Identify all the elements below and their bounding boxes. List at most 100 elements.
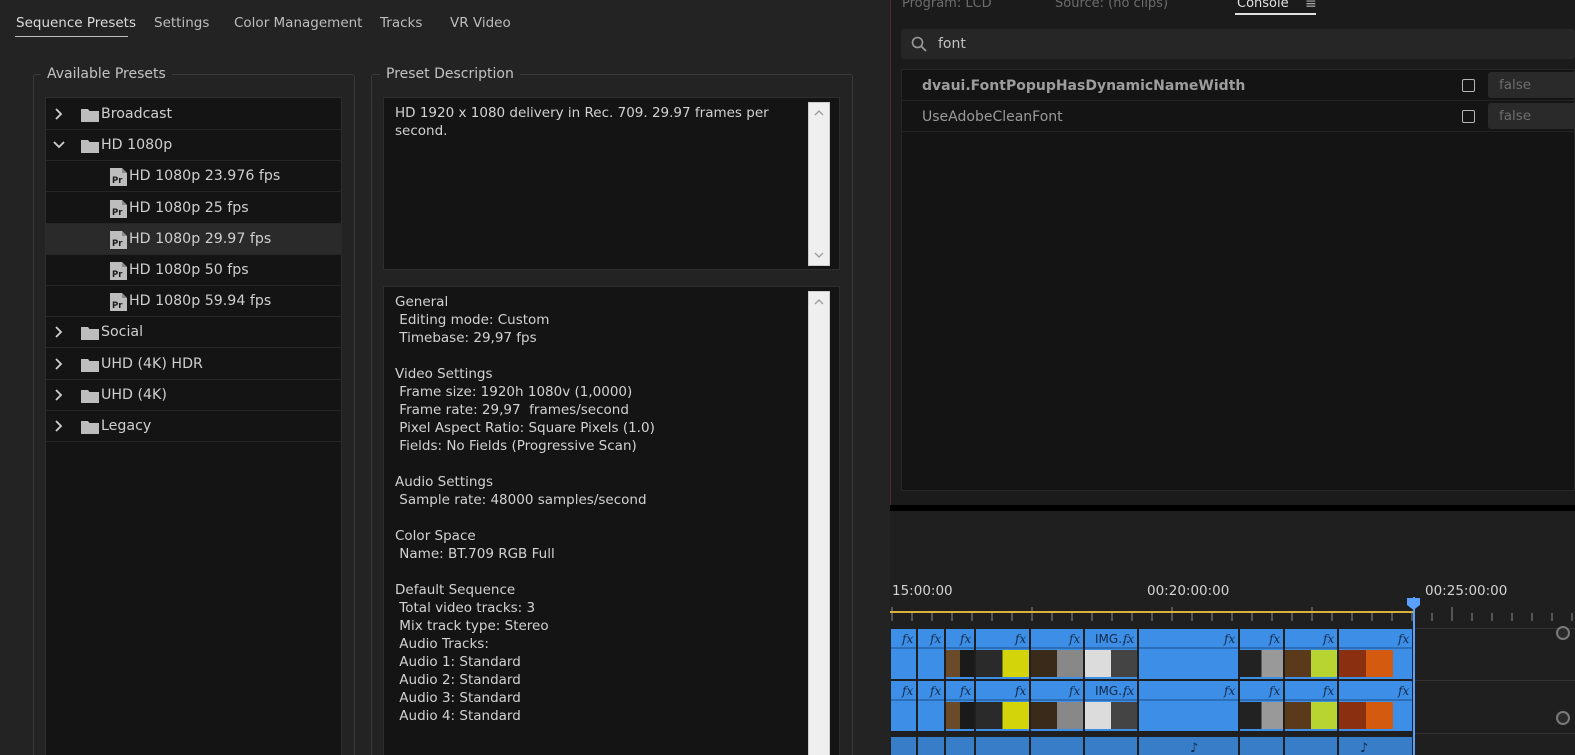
fx-badge-icon: fx: [901, 632, 913, 646]
tree-folder-row[interactable]: Social: [46, 317, 342, 349]
audio-clip[interactable]: [1240, 737, 1283, 755]
tab-tracks[interactable]: Tracks: [380, 15, 422, 31]
tree-preset-row[interactable]: Pr HD 1080p 29.97 fps: [46, 223, 342, 255]
chevron-right-icon[interactable]: [52, 107, 66, 121]
premiere-preset-icon: Pr: [110, 230, 127, 249]
clip-thumbnail: [1240, 650, 1262, 677]
scroll-down-icon[interactable]: [814, 250, 824, 260]
clip-thumbnail: [1261, 650, 1283, 677]
chevron-right-icon[interactable]: [52, 419, 66, 433]
chevron-right-icon[interactable]: [52, 388, 66, 402]
chevron-right-icon[interactable]: [52, 325, 66, 339]
time-ruler[interactable]: [890, 607, 1575, 621]
clip-thumbnail: [1002, 650, 1029, 677]
preset-description-box[interactable]: HD 1920 x 1080 delivery in Rec. 709. 29.…: [383, 97, 840, 270]
details-scrollbar[interactable]: [808, 291, 830, 755]
clips-canvas[interactable]: fx fx fx fx fx IMG...fx fx fx fx fxfx fx fx fx fx IMG.…: [890, 628, 1575, 755]
folder-icon: [81, 421, 99, 434]
preset-description-text: HD 1920 x 1080 delivery in Rec. 709. 29.…: [395, 105, 773, 139]
timecode-label: 00:20:00:00: [1147, 583, 1230, 599]
audio-clip[interactable]: [1285, 737, 1337, 755]
dialog-tabs: Sequence Presets Settings Color Manageme…: [0, 0, 890, 40]
audio-clip[interactable]: [1139, 737, 1238, 755]
work-area-bar[interactable]: [890, 611, 1414, 613]
tree-folder-row[interactable]: UHD (4K): [46, 380, 342, 411]
search-input[interactable]: [938, 34, 1438, 54]
playhead[interactable]: [1413, 597, 1415, 755]
fx-badge-icon: fx: [1397, 684, 1409, 698]
fx-badge-icon: fx: [959, 632, 971, 646]
audio-note-icon: ♪: [1190, 741, 1198, 755]
track-divider: [1413, 680, 1575, 681]
timeline-tracks[interactable]: fx fx fx fx fx IMG... fx fx fx fx fx fx fx fx fx fx IMG.…: [890, 628, 1575, 755]
chevron-right-icon[interactable]: [52, 357, 66, 371]
tab-source-monitor[interactable]: Source: (no clips): [1055, 0, 1168, 11]
active-tab-indicator: [1235, 13, 1316, 15]
fx-badge-icon: fx: [1322, 632, 1334, 646]
svg-text:Pr: Pr: [112, 239, 123, 249]
tab-color-management[interactable]: Color Management: [234, 15, 362, 31]
playhead-handle[interactable]: [1406, 597, 1421, 611]
preset-tree[interactable]: Broadcast HD 1080p Pr HD 1080p 23.976 fps Pr…: [45, 97, 342, 755]
tab-program-monitor[interactable]: Program: LCD: [902, 0, 992, 11]
console-flag-list: dvaui.FontPopupHasDynamicNameWidth false…: [901, 69, 1575, 491]
audio-clip[interactable]: [1085, 737, 1137, 755]
flag-checkbox[interactable]: [1462, 79, 1475, 92]
clip-thumbnail: [960, 702, 974, 729]
console-search[interactable]: [901, 29, 1575, 59]
clip-thumbnail: [1285, 702, 1311, 729]
fx-badge-icon: fx: [1014, 632, 1026, 646]
clip-thumbnail: [1285, 650, 1311, 677]
audio-clip[interactable]: [946, 737, 974, 755]
track-divider: [1413, 733, 1575, 734]
scroll-up-icon[interactable]: [814, 297, 824, 307]
available-presets-title: Available Presets: [41, 66, 172, 82]
clip-thumbnail: [1002, 702, 1029, 729]
audio-clip[interactable]: [918, 737, 944, 755]
tree-folder-row[interactable]: Broadcast: [46, 99, 342, 130]
premiere-preset-icon: Pr: [110, 293, 127, 312]
preset-details-box[interactable]: General Editing mode: Custom Timebase: 2…: [383, 286, 840, 755]
audio-clip[interactable]: [1031, 737, 1083, 755]
tree-preset-row[interactable]: Pr HD 1080p 50 fps: [46, 255, 342, 286]
clip-thumbnail: [946, 650, 960, 677]
tree-row-label: Legacy: [101, 418, 152, 434]
description-scrollbar[interactable]: [808, 102, 830, 266]
tree-row-label: HD 1080p 25 fps: [129, 199, 249, 216]
folder-icon: [81, 327, 99, 341]
tree-preset-row[interactable]: Pr HD 1080p 59.94 fps: [46, 286, 342, 318]
tree-row-label: HD 1080p 23.976 fps: [129, 168, 281, 185]
tree-preset-row[interactable]: Pr HD 1080p 23.976 fps: [46, 161, 342, 193]
tab-sequence-presets[interactable]: Sequence Presets: [16, 15, 136, 31]
tree-preset-row[interactable]: Pr HD 1080p 25 fps: [46, 193, 342, 224]
tab-vr-video[interactable]: VR Video: [450, 15, 511, 31]
tree-row-label: Broadcast: [101, 106, 173, 122]
console-row: dvaui.FontPopupHasDynamicNameWidth false: [902, 70, 1575, 101]
timecode-label: 00:25:00:00: [1425, 583, 1508, 599]
premiere-preset-icon: Pr: [110, 168, 127, 187]
panel-menu-icon[interactable]: ≡: [1305, 0, 1317, 12]
audio-clip[interactable]: [976, 737, 1029, 755]
tab-console[interactable]: Console: [1237, 0, 1289, 11]
track-scroll-knob[interactable]: [1556, 626, 1570, 640]
tree-folder-row[interactable]: Legacy: [46, 411, 342, 442]
fx-badge-icon: fx: [1068, 632, 1080, 646]
flag-value-field[interactable]: false: [1488, 72, 1575, 98]
tree-folder-row[interactable]: HD 1080p: [46, 130, 342, 162]
tab-settings[interactable]: Settings: [154, 15, 209, 31]
audio-clip[interactable]: [1339, 737, 1412, 755]
flag-checkbox[interactable]: [1462, 110, 1475, 123]
tree-row-label: UHD (4K) HDR: [101, 355, 203, 372]
track-scroll-knob[interactable]: [1556, 711, 1570, 725]
chevron-down-icon[interactable]: [52, 138, 66, 152]
new-sequence-dialog: Sequence Presets Settings Color Manageme…: [0, 0, 890, 755]
tree-folder-row[interactable]: UHD (4K) HDR: [46, 349, 342, 380]
scroll-up-icon[interactable]: [814, 108, 824, 118]
clip-thumbnail: [1085, 702, 1111, 729]
audio-clip[interactable]: [891, 737, 916, 755]
fx-badge-icon: fx: [1322, 684, 1334, 698]
folder-icon: [81, 389, 99, 403]
fx-badge-icon: fx: [1068, 684, 1080, 698]
flag-value-field[interactable]: false: [1488, 103, 1575, 129]
flag-name: UseAdobeCleanFont: [922, 109, 1063, 125]
